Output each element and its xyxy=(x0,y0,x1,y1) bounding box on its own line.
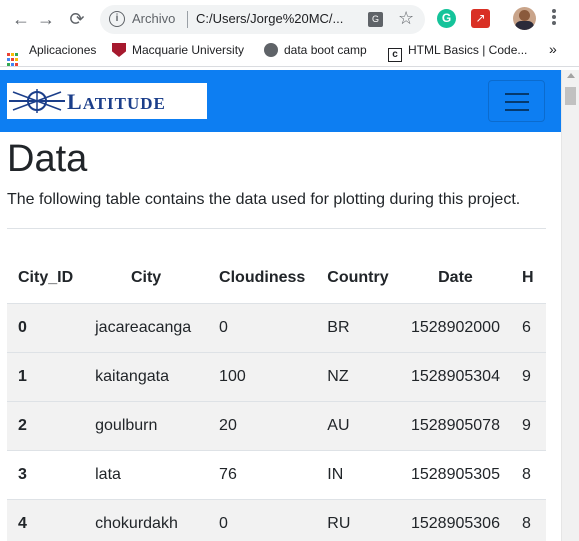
table-cell: RU xyxy=(316,498,400,541)
bookmark-label: Aplicaciones xyxy=(29,43,97,57)
column-header[interactable]: City_ID xyxy=(7,253,84,303)
table-cell: chokurdakh xyxy=(84,498,209,541)
table-cell: 1528905078 xyxy=(399,400,511,450)
macquarie-icon xyxy=(112,43,126,57)
table-cell: lata xyxy=(84,449,209,499)
info-icon[interactable]: i xyxy=(109,11,125,27)
page-title: Data xyxy=(7,138,88,180)
table-cell: IN xyxy=(316,449,400,499)
table-row: 2 goulburn 20 AU 1528905078 9 xyxy=(7,400,546,450)
profile-avatar[interactable] xyxy=(513,7,536,30)
navbar-toggle-button[interactable] xyxy=(488,80,545,122)
table-cell: jacareacanga xyxy=(84,302,209,352)
globe-logo-icon xyxy=(9,89,65,113)
table-cell: AU xyxy=(316,400,400,450)
divider xyxy=(7,228,546,229)
back-icon[interactable]: ← xyxy=(10,8,32,30)
table-cell: 8 xyxy=(510,449,546,499)
browser-toolbar: ← → ⟳ i Archivo C:/Users/Jorge%20MC/... … xyxy=(0,0,579,38)
reload-icon[interactable]: ⟳ xyxy=(66,8,88,30)
page-viewport: LATITUDE Data The following table contai… xyxy=(0,70,579,541)
table-cell: 3 xyxy=(7,449,85,499)
data-table-container[interactable]: City_ID City Cloudiness Country Date H 0… xyxy=(7,253,546,541)
bookmarks-bar: Aplicaciones Macquarie University data b… xyxy=(0,38,579,67)
table-cell: 9 xyxy=(510,400,546,450)
scrollbar-thumb[interactable] xyxy=(565,87,576,105)
bookmark-data-boot-camp[interactable]: data boot camp xyxy=(264,43,367,57)
star-icon[interactable]: ☆ xyxy=(398,8,414,29)
more-bookmarks-button[interactable]: » xyxy=(549,41,557,57)
hamburger-icon xyxy=(505,93,529,95)
scroll-up-icon[interactable] xyxy=(567,73,575,78)
column-header[interactable]: H xyxy=(511,253,546,303)
page-description: The following table contains the data us… xyxy=(7,191,521,208)
bookmark-label: HTML Basics | Code... xyxy=(408,43,528,57)
brand-name: LATITUDE xyxy=(67,89,166,114)
browser-menu-icon[interactable] xyxy=(551,8,557,28)
table-cell: 9 xyxy=(510,351,546,401)
column-header[interactable]: City xyxy=(84,253,208,303)
bookmark-macquarie[interactable]: Macquarie University xyxy=(112,43,244,57)
column-header[interactable]: Date xyxy=(400,253,511,303)
forward-icon[interactable]: → xyxy=(35,8,57,30)
table-cell: 0 xyxy=(7,302,85,352)
address-bar[interactable]: i Archivo C:/Users/Jorge%20MC/... G ☆ xyxy=(100,5,425,34)
data-table: City_ID City Cloudiness Country Date H 0… xyxy=(7,253,546,541)
bookmark-apps[interactable]: Aplicaciones xyxy=(7,43,96,67)
page-content: Data The following table contains the da… xyxy=(0,132,561,541)
table-row: 3 lata 76 IN 1528905305 8 xyxy=(7,449,546,499)
table-cell: NZ xyxy=(316,351,400,401)
bookmark-html-basics[interactable]: c HTML Basics | Code... xyxy=(388,43,527,62)
table-cell: goulburn xyxy=(84,400,209,450)
column-header[interactable]: Cloudiness xyxy=(208,253,316,303)
address-separator xyxy=(187,11,188,28)
table-row: 0 jacareacanga 0 BR 1528902000 6 xyxy=(7,302,546,352)
brand-logo[interactable]: LATITUDE xyxy=(7,83,207,119)
table-row: 1 kaitangata 100 NZ 1528905304 9 xyxy=(7,351,546,401)
table-cell: 1528905306 xyxy=(399,498,511,541)
table-cell: 1528905305 xyxy=(399,449,511,499)
table-header-row: City_ID City Cloudiness Country Date H xyxy=(7,253,546,303)
table-cell: 20 xyxy=(208,400,317,450)
bookmark-label: Macquarie University xyxy=(132,43,245,57)
apps-icon xyxy=(7,53,21,67)
table-cell: 6 xyxy=(510,302,546,352)
table-cell: 76 xyxy=(208,449,317,499)
table-cell: 1 xyxy=(7,351,85,401)
translate-icon[interactable]: G xyxy=(368,12,383,27)
table-cell: 1528902000 xyxy=(399,302,511,352)
table-cell: 1528905304 xyxy=(399,351,511,401)
table-cell: 4 xyxy=(7,498,85,541)
column-header[interactable]: Country xyxy=(316,253,400,303)
table-cell: 0 xyxy=(208,498,317,541)
extension-icon[interactable]: ↗ xyxy=(471,9,490,28)
address-url[interactable]: C:/Users/Jorge%20MC/... xyxy=(196,11,343,26)
table-row: 4 chokurdakh 0 RU 1528905306 8 xyxy=(7,498,546,541)
table-cell: BR xyxy=(316,302,400,352)
table-cell: 0 xyxy=(208,302,317,352)
page-scrollbar[interactable] xyxy=(561,70,579,541)
table-cell: kaitangata xyxy=(84,351,209,401)
table-cell: 2 xyxy=(7,400,85,450)
site-navbar: LATITUDE xyxy=(0,70,561,132)
table-cell: 100 xyxy=(208,351,317,401)
globe-icon xyxy=(264,43,278,57)
table-cell: 8 xyxy=(510,498,546,541)
codecademy-icon: c xyxy=(388,48,402,62)
bookmark-label: data boot camp xyxy=(284,43,367,57)
grammarly-extension-icon[interactable]: G xyxy=(437,9,456,28)
address-scheme-label: Archivo xyxy=(132,11,176,26)
